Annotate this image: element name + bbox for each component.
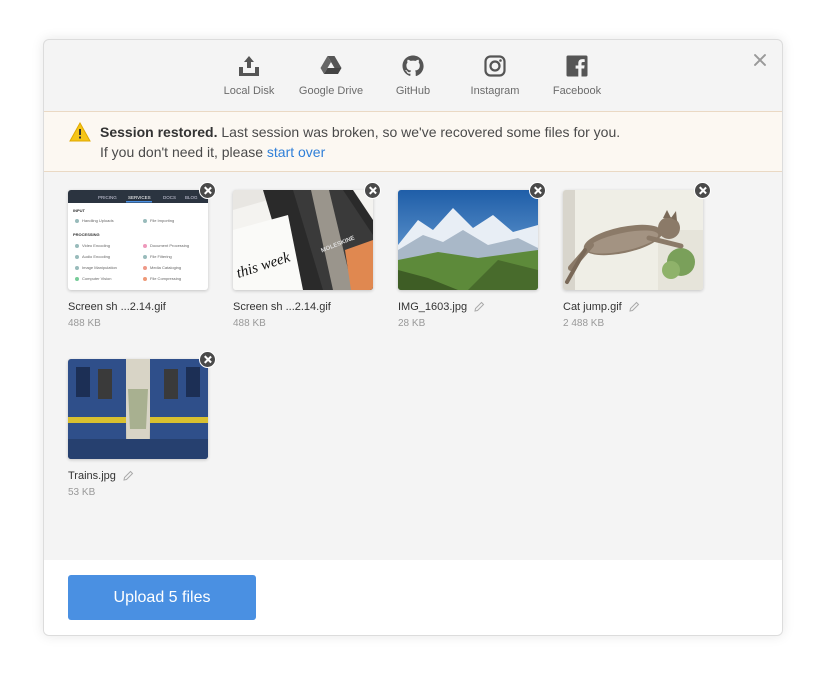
session-restored-notice: Session restored. Last session was broke… <box>44 111 782 172</box>
svg-text:Document Processing: Document Processing <box>150 243 189 248</box>
svg-text:File Compressing: File Compressing <box>150 276 181 281</box>
remove-file-button[interactable] <box>199 351 216 368</box>
provider-github[interactable]: GitHub <box>372 54 454 114</box>
local-disk-icon <box>239 56 259 76</box>
file-thumbnail[interactable] <box>68 359 208 459</box>
file-item: Cat jump.gif 2 488 KB <box>563 182 711 329</box>
file-name: Cat jump.gif <box>563 301 703 313</box>
svg-text:PROCESSING: PROCESSING <box>73 232 100 237</box>
pencil-icon[interactable] <box>473 301 485 313</box>
file-size: 28 KB <box>398 318 426 329</box>
remove-file-button[interactable] <box>364 182 381 199</box>
cat-photo <box>563 190 703 290</box>
file-size: 488 KB <box>233 318 266 329</box>
notice-message: Session restored. Last session was broke… <box>100 124 620 140</box>
file-name: Screen sh ...2.14.gif <box>233 301 331 313</box>
provider-label: Instagram <box>470 85 520 97</box>
file-thumbnail[interactable]: this week MOLESKINE <box>233 190 373 290</box>
notebook-photo: this week MOLESKINE <box>233 190 373 290</box>
trains-photo <box>68 359 208 459</box>
svg-text:Computer Vision: Computer Vision <box>82 276 112 281</box>
pencil-icon[interactable] <box>628 301 640 313</box>
notice-text: Last session was broken, so we've recove… <box>221 124 621 140</box>
svg-text:DOCS: DOCS <box>163 195 176 200</box>
file-size: 2 488 KB <box>563 318 605 329</box>
file-thumbnail[interactable] <box>398 190 538 290</box>
remove-file-button[interactable] <box>199 182 216 199</box>
provider-local-disk[interactable]: Local Disk <box>208 54 290 114</box>
upload-button[interactable]: Upload 5 files <box>68 575 256 620</box>
warning-icon <box>69 122 91 142</box>
screenshot-thumbnail: PRICING SERVICES DOCS BLOG INPUT Handlin… <box>68 190 208 281</box>
remove-file-button[interactable] <box>694 182 711 199</box>
file-name: Trains.jpg <box>68 470 208 482</box>
svg-text:Media Cataloging: Media Cataloging <box>150 265 181 270</box>
file-size: 53 KB <box>68 487 96 498</box>
svg-text:File Filtering: File Filtering <box>150 254 172 259</box>
svg-text:Image Manipulation: Image Manipulation <box>82 265 117 270</box>
svg-text:Video Encoding: Video Encoding <box>82 243 110 248</box>
provider-google-drive[interactable]: Google Drive <box>290 54 372 114</box>
file-item: IMG_1603.jpg 28 KB <box>398 182 546 329</box>
file-name: IMG_1603.jpg <box>398 301 538 313</box>
file-item: PRICING SERVICES DOCS BLOG INPUT Handlin… <box>68 182 216 329</box>
file-thumbnail[interactable]: PRICING SERVICES DOCS BLOG INPUT Handlin… <box>68 190 208 290</box>
svg-text:INPUT: INPUT <box>73 208 86 213</box>
provider-label: GitHub <box>395 85 431 97</box>
svg-text:PRICING: PRICING <box>98 195 117 200</box>
svg-text:Handling Uploads: Handling Uploads <box>82 218 114 223</box>
provider-label: Local Disk <box>223 85 275 97</box>
provider-instagram[interactable]: Instagram <box>454 54 536 114</box>
file-size: 488 KB <box>68 318 101 329</box>
upload-modal: Local Disk Google Drive GitHub Instagram <box>43 39 783 636</box>
provider-label: Google Drive <box>298 85 364 97</box>
file-name: Screen sh ...2.14.gif <box>68 301 166 313</box>
mountains-photo <box>398 190 538 290</box>
notice-title: Session restored. <box>100 124 218 140</box>
start-over-link[interactable]: start over <box>267 144 325 160</box>
file-item: this week MOLESKINE Screen sh ...2.14.gi… <box>233 182 381 329</box>
pencil-icon[interactable] <box>122 470 134 482</box>
svg-text:BLOG: BLOG <box>185 195 198 200</box>
svg-text:File Importing: File Importing <box>150 218 174 223</box>
svg-text:Audio Encoding: Audio Encoding <box>82 254 110 259</box>
provider-tabs: Local Disk Google Drive GitHub Instagram <box>44 54 782 114</box>
notice-prompt: If you don't need it, please start over <box>100 144 325 160</box>
provider-label: Facebook <box>552 85 602 97</box>
github-icon <box>402 55 424 77</box>
modal-footer: Upload 5 files <box>44 560 782 635</box>
svg-text:SERVICES: SERVICES <box>128 195 151 200</box>
notice-prefix: If you don't need it, please <box>100 144 264 160</box>
file-thumbnail[interactable] <box>563 190 703 290</box>
facebook-icon <box>566 55 588 77</box>
file-item: Trains.jpg 53 KB <box>68 351 216 498</box>
provider-facebook[interactable]: Facebook <box>536 54 618 114</box>
google-drive-icon <box>320 56 342 74</box>
instagram-icon <box>484 55 506 77</box>
remove-file-button[interactable] <box>529 182 546 199</box>
